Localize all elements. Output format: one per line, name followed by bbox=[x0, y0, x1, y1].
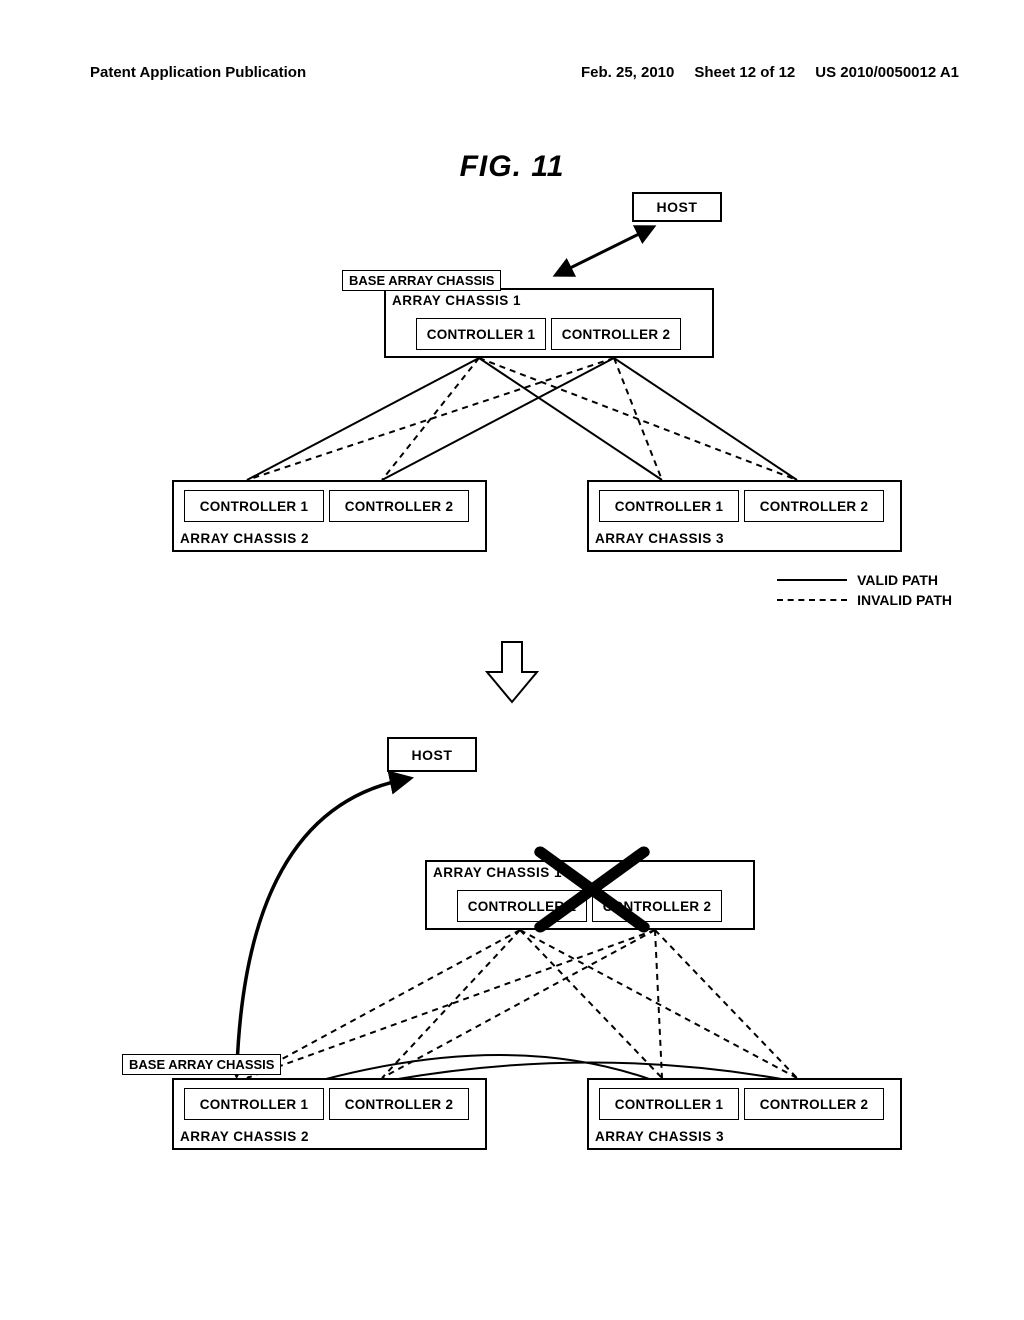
header-pubno: US 2010/0050012 A1 bbox=[815, 64, 959, 81]
host-link-arrow-bottom bbox=[207, 772, 417, 1082]
page-header: Patent Application Publication Feb. 25, … bbox=[90, 64, 959, 81]
header-left: Patent Application Publication bbox=[90, 64, 306, 81]
controller-1-top: CONTROLLER 1 bbox=[416, 318, 546, 350]
ac3-controller-1-bottom: CONTROLLER 1 bbox=[599, 1088, 739, 1120]
array-chassis-1-top: ARRAY CHASSIS 1 CONTROLLER 1 CONTROLLER … bbox=[384, 288, 714, 358]
legend-invalid: INVALID PATH bbox=[777, 592, 952, 608]
host-box-bottom: HOST bbox=[387, 737, 477, 772]
array-chassis-3-label-bottom: ARRAY CHASSIS 3 bbox=[595, 1129, 724, 1144]
array-chassis-1-label: ARRAY CHASSIS 1 bbox=[392, 293, 521, 308]
host-link-arrow-top bbox=[547, 222, 667, 282]
array-chassis-2-top: CONTROLLER 1 CONTROLLER 2 ARRAY CHASSIS … bbox=[172, 480, 487, 552]
header-date: Feb. 25, 2010 bbox=[581, 64, 674, 81]
ac3-controller-2-top: CONTROLLER 2 bbox=[744, 490, 884, 522]
base-array-chassis-label-bottom: BASE ARRAY CHASSIS bbox=[122, 1054, 281, 1075]
connections-top bbox=[92, 358, 932, 488]
host-label-bottom: HOST bbox=[412, 747, 453, 763]
ac3-controller-1-top: CONTROLLER 1 bbox=[599, 490, 739, 522]
diagram-area: HOST BASE ARRAY CHASSIS ARRAY CHASSIS 1 … bbox=[92, 192, 932, 1252]
host-box-top: HOST bbox=[632, 192, 722, 222]
legend: VALID PATH INVALID PATH bbox=[777, 572, 952, 608]
down-arrow-icon bbox=[482, 637, 542, 707]
legend-solid-line bbox=[777, 579, 847, 581]
array-chassis-3-label-top: ARRAY CHASSIS 3 bbox=[595, 531, 724, 546]
array-chassis-2-label-top: ARRAY CHASSIS 2 bbox=[180, 531, 309, 546]
host-label: HOST bbox=[657, 199, 698, 215]
figure-title: FIG. 11 bbox=[90, 150, 934, 184]
failure-x-icon bbox=[532, 842, 653, 937]
ac2-controller-2-bottom: CONTROLLER 2 bbox=[329, 1088, 469, 1120]
array-chassis-2-label-bottom: ARRAY CHASSIS 2 bbox=[180, 1129, 309, 1144]
array-chassis-3-bottom: CONTROLLER 1 CONTROLLER 2 ARRAY CHASSIS … bbox=[587, 1078, 902, 1150]
ac2-controller-2-top: CONTROLLER 2 bbox=[329, 490, 469, 522]
base-array-chassis-label-top: BASE ARRAY CHASSIS bbox=[342, 270, 501, 291]
legend-dashed-line bbox=[777, 599, 847, 601]
ac2-controller-1-bottom: CONTROLLER 1 bbox=[184, 1088, 324, 1120]
array-chassis-3-top: CONTROLLER 1 CONTROLLER 2 ARRAY CHASSIS … bbox=[587, 480, 902, 552]
controller-2-top: CONTROLLER 2 bbox=[551, 318, 681, 350]
ac3-controller-2-bottom: CONTROLLER 2 bbox=[744, 1088, 884, 1120]
ac2-controller-1-top: CONTROLLER 1 bbox=[184, 490, 324, 522]
header-sheet: Sheet 12 of 12 bbox=[694, 64, 795, 81]
legend-valid: VALID PATH bbox=[777, 572, 952, 588]
array-chassis-2-bottom: CONTROLLER 1 CONTROLLER 2 ARRAY CHASSIS … bbox=[172, 1078, 487, 1150]
